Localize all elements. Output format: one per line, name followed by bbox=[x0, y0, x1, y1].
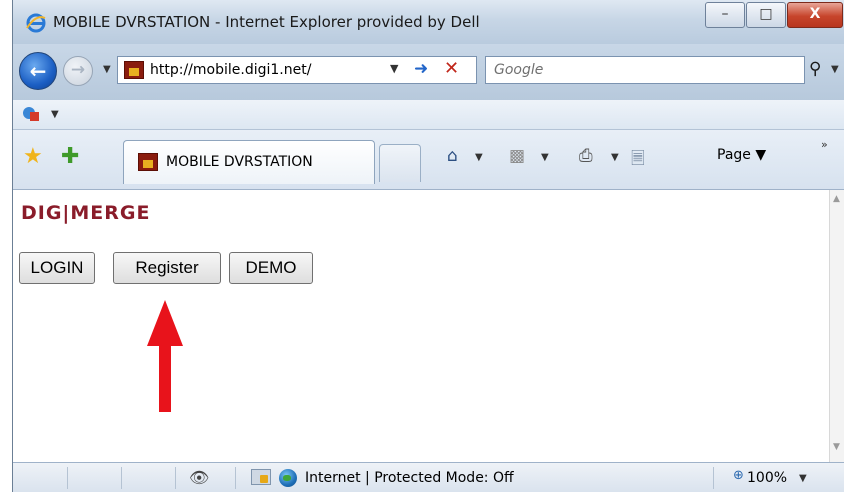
zoom-level[interactable]: 100% bbox=[747, 470, 787, 486]
minimize-button[interactable]: – bbox=[705, 2, 745, 28]
tab-label: MOBILE DVRSTATION bbox=[166, 154, 313, 170]
back-arrow-icon: ← bbox=[29, 59, 47, 83]
new-tab-button[interactable] bbox=[379, 144, 421, 182]
forward-button[interactable]: → bbox=[63, 56, 93, 86]
search-input[interactable]: Google bbox=[494, 62, 543, 78]
tab-mobile-dvrstation[interactable]: MOBILE DVRSTATION bbox=[123, 140, 375, 184]
digimerge-logo: DIG|MERGE bbox=[21, 202, 151, 224]
feeds-dropdown[interactable]: ▼ bbox=[541, 152, 549, 163]
page-content: DIG|MERGE LOGIN Register DEMO bbox=[13, 190, 829, 462]
favorites-star-icon[interactable]: ★ bbox=[23, 144, 43, 169]
close-icon: X bbox=[809, 6, 821, 22]
favicon-dvr-icon bbox=[124, 61, 144, 79]
globe-icon bbox=[279, 469, 297, 487]
go-arrow-icon[interactable]: ➜ bbox=[414, 59, 428, 79]
back-button[interactable]: ← bbox=[19, 52, 57, 90]
search-icon[interactable]: ⚲ bbox=[809, 59, 821, 79]
feeds-icon[interactable]: ▩ bbox=[509, 146, 525, 166]
links-dropdown[interactable]: ▼ bbox=[51, 109, 59, 120]
toolbar-overflow[interactable]: » bbox=[821, 138, 828, 151]
security-zone-text[interactable]: Internet | Protected Mode: Off bbox=[305, 470, 514, 486]
print-dropdown[interactable]: ▼ bbox=[611, 152, 619, 163]
status-divider bbox=[713, 467, 714, 489]
login-button[interactable]: LOGIN bbox=[19, 252, 95, 284]
privacy-icon[interactable]: 👁 bbox=[189, 468, 209, 487]
links-bar: ▼ bbox=[13, 100, 844, 130]
browser-window: MOBILE DVRSTATION - Internet Explorer pr… bbox=[12, 0, 844, 492]
address-bar[interactable]: http://mobile.digi1.net/ ▼ ➜ ✕ bbox=[117, 56, 477, 84]
home-icon[interactable]: ⌂ bbox=[447, 146, 458, 166]
links-toolbar-icon[interactable] bbox=[21, 105, 41, 123]
status-divider bbox=[235, 467, 236, 489]
stop-icon[interactable]: ✕ bbox=[444, 58, 459, 79]
address-dropdown[interactable]: ▼ bbox=[390, 62, 398, 75]
favicon-dvr-icon bbox=[138, 153, 158, 171]
page-icon[interactable]: 🗏 bbox=[631, 146, 645, 175]
window-controls: – □ X bbox=[704, 2, 843, 28]
scroll-down-arrow-icon[interactable]: ▼ bbox=[833, 442, 840, 452]
maximize-icon: □ bbox=[759, 6, 773, 22]
status-divider bbox=[67, 467, 68, 489]
maximize-button[interactable]: □ bbox=[746, 2, 786, 28]
zoom-icon[interactable]: ⊕ bbox=[733, 468, 744, 483]
address-input[interactable]: http://mobile.digi1.net/ bbox=[150, 62, 311, 78]
close-button[interactable]: X bbox=[787, 2, 843, 28]
demo-button[interactable]: DEMO bbox=[229, 252, 313, 284]
scroll-up-arrow-icon[interactable]: ▲ bbox=[833, 194, 840, 204]
status-divider bbox=[175, 467, 176, 489]
vertical-scrollbar[interactable]: ▲ ▼ bbox=[829, 190, 844, 462]
search-options-dropdown[interactable]: ▼ bbox=[831, 64, 839, 75]
command-bar: ★ ✚ MOBILE DVRSTATION ⌂ ▼ ▩ ▼ ⎙ ▼ 🗏 Page… bbox=[13, 130, 844, 190]
navigation-bar: ← → ▼ http://mobile.digi1.net/ ▼ ➜ ✕ Goo… bbox=[13, 44, 844, 100]
page-menu[interactable]: Page ▼ bbox=[717, 147, 766, 163]
status-bar: 👁 Internet | Protected Mode: Off ⊕ 100% … bbox=[13, 462, 844, 492]
title-bar: MOBILE DVRSTATION - Internet Explorer pr… bbox=[13, 0, 844, 44]
protected-mode-icon[interactable] bbox=[251, 469, 271, 485]
add-favorite-icon[interactable]: ✚ bbox=[61, 144, 79, 169]
recent-pages-dropdown[interactable]: ▼ bbox=[103, 64, 111, 75]
window-title: MOBILE DVRSTATION - Internet Explorer pr… bbox=[53, 13, 480, 31]
search-box[interactable]: Google bbox=[485, 56, 805, 84]
page-menu-label: Page bbox=[717, 147, 751, 163]
forward-arrow-icon: → bbox=[70, 60, 86, 80]
annotation-arrow-icon bbox=[147, 300, 183, 412]
zoom-dropdown[interactable]: ▼ bbox=[799, 473, 807, 484]
home-dropdown[interactable]: ▼ bbox=[475, 152, 483, 163]
status-divider bbox=[121, 467, 122, 489]
print-icon[interactable]: ⎙ bbox=[579, 146, 593, 166]
ie-logo-icon bbox=[26, 13, 46, 33]
register-button[interactable]: Register bbox=[113, 252, 221, 284]
minimize-icon: – bbox=[721, 6, 729, 22]
